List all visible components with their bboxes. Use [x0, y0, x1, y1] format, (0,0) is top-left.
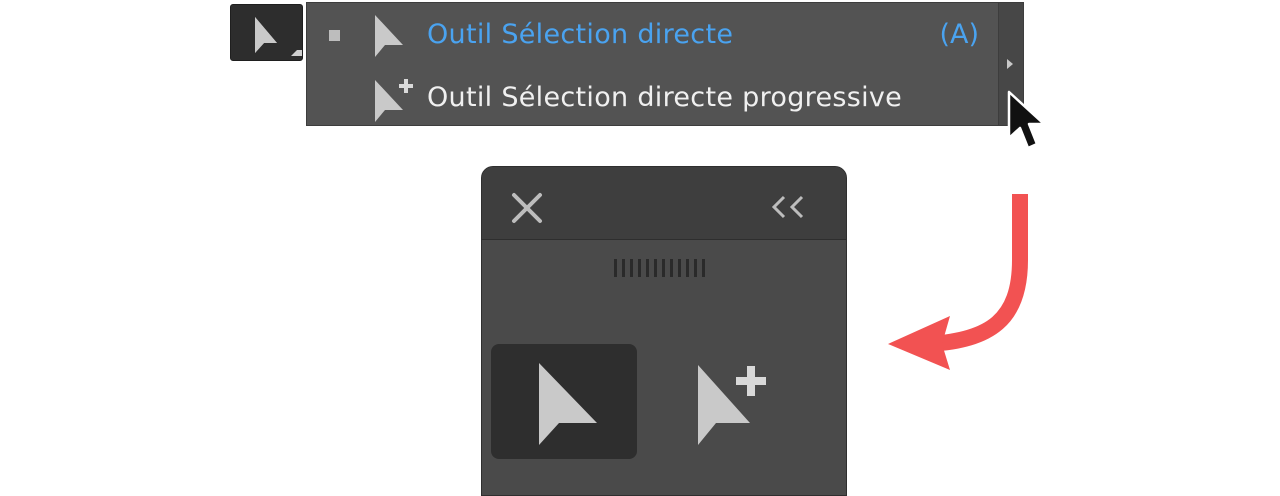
group-selection-arrow-icon[interactable] [692, 359, 782, 449]
selected-bullet-icon [329, 30, 340, 41]
group-selection-arrow-icon [375, 79, 413, 122]
direct-selection-arrow-icon [539, 363, 597, 445]
curved-arrow-annotation-icon [888, 194, 1028, 370]
flyout-item-label: Outil Sélection directe progressive [427, 82, 903, 113]
direct-selection-arrow-icon [375, 15, 403, 57]
tool-flyout-menu: Outil Sélection directe (A) Outil Sélect… [306, 2, 1024, 126]
panel-tool-direct-selection[interactable] [491, 344, 637, 459]
close-icon[interactable] [510, 191, 544, 225]
panel-header [482, 167, 846, 240]
flyout-item-group-selection[interactable]: Outil Sélection directe progressive [307, 68, 999, 128]
double-chevron-left-icon[interactable] [770, 193, 810, 221]
flyout-item-label: Outil Sélection directe [427, 19, 734, 50]
mouse-cursor-icon [1007, 90, 1046, 150]
direct-selection-arrow-icon [255, 17, 302, 56]
flyout-item-direct-selection[interactable]: Outil Sélection directe (A) [307, 5, 999, 65]
direct-selection-tool-button[interactable] [230, 4, 303, 61]
drag-grip-handle[interactable] [612, 257, 712, 279]
floating-tool-panel [481, 166, 847, 496]
shortcut-label: (A) [939, 19, 979, 50]
triangle-right-icon [1007, 59, 1013, 69]
